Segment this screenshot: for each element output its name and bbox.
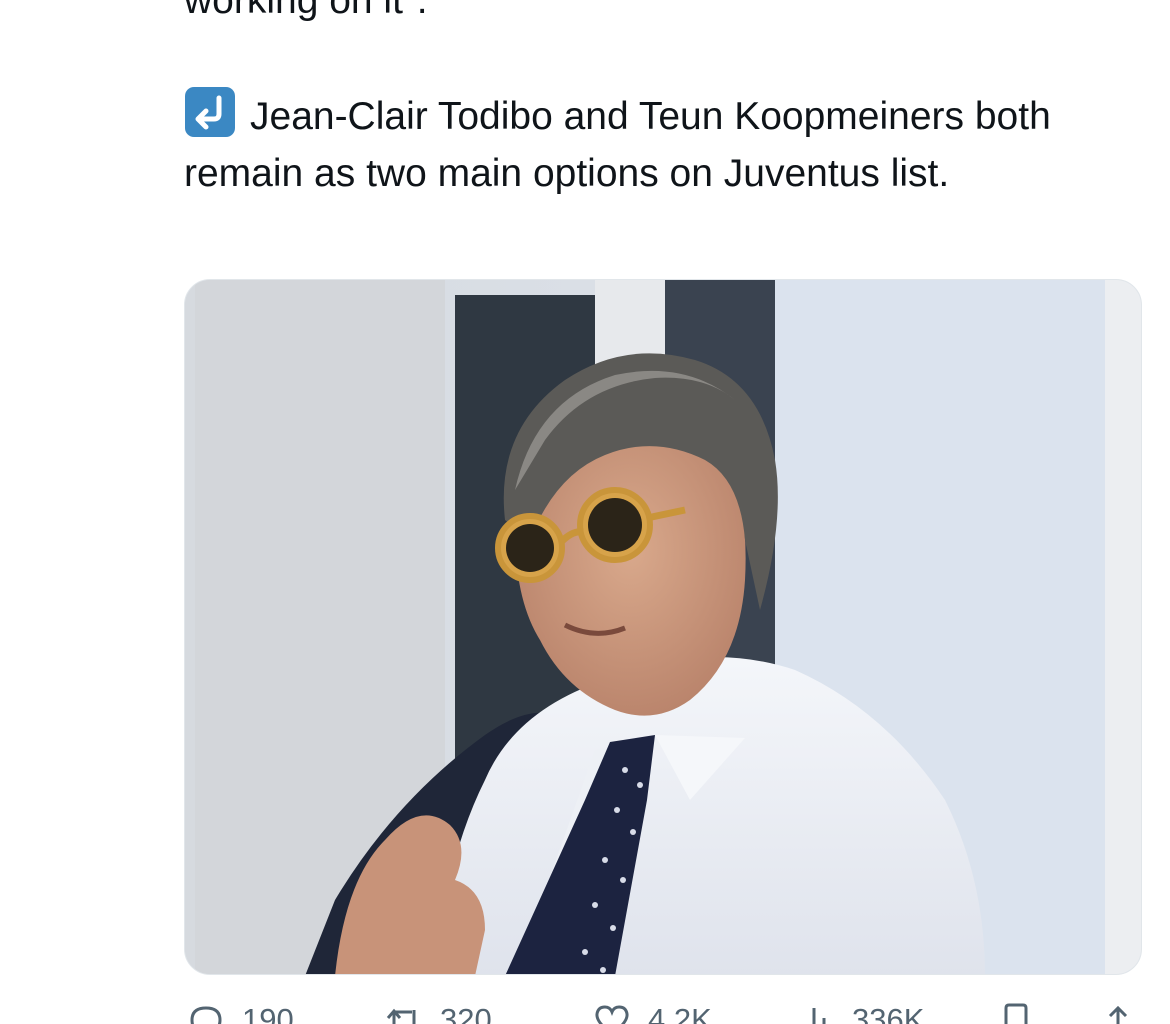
retweet-button[interactable]: 320 bbox=[384, 1000, 492, 1024]
views-count: 336K bbox=[852, 1002, 925, 1024]
tweet-photo[interactable] bbox=[184, 279, 1142, 975]
right-arrow-curving-left-icon bbox=[184, 86, 236, 138]
retweet-count: 320 bbox=[440, 1002, 492, 1024]
share-button[interactable] bbox=[1098, 1000, 1154, 1024]
like-count: 4.2K bbox=[648, 1002, 712, 1024]
heart-icon bbox=[592, 1000, 632, 1024]
bookmark-button[interactable] bbox=[996, 1000, 1052, 1024]
tweet-text: Jean-Clair Todibo and Teun Koopmeiners b… bbox=[184, 86, 1124, 202]
tweet-action-bar: 190 320 4.2K 336K bbox=[184, 1000, 1144, 1024]
bookmark-icon bbox=[996, 1000, 1036, 1024]
reply-icon bbox=[186, 1000, 226, 1024]
like-button[interactable]: 4.2K bbox=[592, 1000, 712, 1024]
views-chart-icon bbox=[796, 1000, 836, 1024]
retweet-icon bbox=[384, 1000, 424, 1024]
tweet-detail-view: working on it". Jean-Clair Todibo and Te… bbox=[0, 0, 1170, 1024]
tweet-text-previous-line: working on it". bbox=[184, 0, 428, 22]
photo-illustration bbox=[185, 280, 1141, 974]
views-button[interactable]: 336K bbox=[796, 1000, 924, 1024]
reply-button[interactable]: 190 bbox=[186, 1000, 294, 1024]
share-icon bbox=[1098, 1000, 1138, 1024]
tweet-text-body: Jean-Clair Todibo and Teun Koopmeiners b… bbox=[184, 95, 1051, 195]
reply-count: 190 bbox=[242, 1002, 294, 1024]
